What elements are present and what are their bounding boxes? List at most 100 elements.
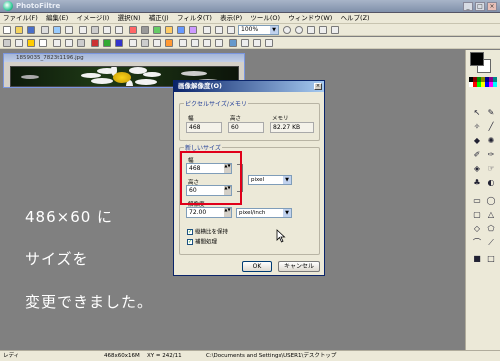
menu-window[interactable]: ウィンドウ(W): [285, 13, 335, 24]
highlight-box: [180, 151, 242, 205]
resolution-input[interactable]: 72.00 ▲▼: [186, 207, 232, 218]
flip-v-icon[interactable]: [191, 39, 199, 47]
selection-icon[interactable]: [15, 39, 23, 47]
actual-size-icon[interactable]: [319, 26, 327, 34]
spray-tool-icon[interactable]: ✺: [486, 136, 496, 146]
effect-icon[interactable]: [165, 39, 173, 47]
filter-icon[interactable]: [153, 26, 161, 34]
outline-mode-icon[interactable]: □: [486, 254, 496, 264]
noise-icon[interactable]: [77, 39, 85, 47]
picker-tool-icon[interactable]: ✎: [486, 108, 496, 118]
text-icon[interactable]: [153, 39, 161, 47]
menu-filter[interactable]: フィルタ(T): [174, 13, 215, 24]
cancel-button[interactable]: キャンセル: [278, 261, 320, 272]
gamma-icon[interactable]: [39, 39, 47, 47]
stamp-tool-icon[interactable]: ♣: [472, 178, 482, 188]
menu-adjust[interactable]: 補正(J): [146, 13, 172, 24]
color-icon[interactable]: [129, 26, 137, 34]
brightness-icon[interactable]: [165, 26, 173, 34]
undo-icon[interactable]: [65, 26, 73, 34]
maximize-button[interactable]: □: [475, 2, 485, 11]
zoom-out-icon[interactable]: [295, 26, 303, 34]
frame-icon[interactable]: [253, 39, 261, 47]
interpolate-checkbox[interactable]: ✓ 補間処理: [187, 239, 217, 247]
fit-icon[interactable]: [307, 26, 315, 34]
smudge-tool-icon[interactable]: ☞: [486, 164, 496, 174]
grayscale-icon[interactable]: [141, 26, 149, 34]
menu-select[interactable]: 選択(N): [115, 13, 144, 24]
new-file-icon[interactable]: [3, 26, 11, 34]
mask-icon[interactable]: [3, 39, 11, 47]
cut-icon[interactable]: [91, 26, 99, 34]
scan-icon[interactable]: [41, 26, 49, 34]
menu-image[interactable]: イメージ(I): [73, 13, 112, 24]
triangle-icon[interactable]: △: [486, 210, 496, 220]
gradient-icon[interactable]: [241, 39, 249, 47]
ok-button[interactable]: OK: [242, 261, 272, 272]
emboss-icon[interactable]: [129, 39, 137, 47]
print-icon[interactable]: [53, 26, 61, 34]
brush-tool-icon[interactable]: ✐: [472, 150, 482, 160]
save-icon[interactable]: [27, 26, 35, 34]
canvas-icon[interactable]: [215, 26, 223, 34]
color-palette[interactable]: [469, 77, 499, 91]
resize-icon[interactable]: [203, 26, 211, 34]
pointer-tool-icon[interactable]: ↖: [472, 108, 482, 118]
zoom-value: 100%: [241, 26, 259, 33]
blur-tool-icon[interactable]: ◈: [472, 164, 482, 174]
copy-icon[interactable]: [103, 26, 111, 34]
menu-tools[interactable]: ツール(O): [247, 13, 283, 24]
saturation-icon[interactable]: [189, 26, 197, 34]
rotate-right-icon[interactable]: [215, 39, 223, 47]
rounded-rect-icon[interactable]: ▢: [472, 210, 482, 220]
blue-icon[interactable]: [115, 39, 123, 47]
edge-icon[interactable]: [141, 39, 149, 47]
redo-icon[interactable]: [79, 26, 87, 34]
lasso-icon[interactable]: ⌒: [472, 238, 482, 248]
paint-bucket-icon[interactable]: [229, 39, 237, 47]
mouse-cursor-icon: [276, 229, 286, 243]
menu-edit[interactable]: 編集(E): [43, 13, 71, 24]
current-width-value: 468: [186, 122, 222, 133]
polyline-icon[interactable]: ⟋: [486, 238, 496, 248]
foreground-color-swatch[interactable]: [470, 52, 484, 66]
rotate-icon[interactable]: [227, 26, 235, 34]
effect-brush-icon[interactable]: ✑: [486, 150, 496, 160]
zoom-in-icon[interactable]: [283, 26, 291, 34]
open-folder-icon[interactable]: [15, 26, 23, 34]
unit-select[interactable]: pixel ▼: [248, 175, 292, 185]
shadow-icon[interactable]: [265, 39, 273, 47]
line-tool-icon[interactable]: ╱: [486, 122, 496, 132]
diamond-icon[interactable]: ◇: [472, 224, 482, 234]
magic-wand-icon[interactable]: ✧: [472, 122, 482, 132]
minimize-button[interactable]: _: [463, 2, 473, 11]
close-button[interactable]: ×: [487, 2, 497, 11]
paste-icon[interactable]: [115, 26, 123, 34]
menu-view[interactable]: 表示(P): [217, 13, 245, 24]
ellipse-select-icon[interactable]: ◯: [486, 196, 496, 206]
green-icon[interactable]: [103, 39, 111, 47]
chevron-down-icon: ▼: [283, 176, 291, 184]
dialog-close-button[interactable]: ×: [314, 83, 322, 90]
rotate-left-icon[interactable]: [203, 39, 211, 47]
sharpen-icon[interactable]: [65, 39, 73, 47]
rectangle-select-icon[interactable]: ▭: [472, 196, 482, 206]
blur-icon[interactable]: [53, 39, 61, 47]
fill-tool-icon[interactable]: ◆: [472, 136, 482, 146]
contrast-icon[interactable]: [177, 26, 185, 34]
red-icon[interactable]: [91, 39, 99, 47]
zoom-select[interactable]: 100% ▼: [238, 25, 279, 35]
fill-mode-icon[interactable]: ■: [472, 254, 482, 264]
title-bar: PhotoFiltre _ □ ×: [0, 0, 500, 13]
resolution-unit-select[interactable]: pixel/inch ▼: [236, 208, 292, 218]
overlay-line-2: サイズを: [25, 250, 89, 268]
eraser-tool-icon[interactable]: ◐: [486, 178, 496, 188]
menu-help[interactable]: ヘルプ(Z): [338, 13, 373, 24]
keep-ratio-checkbox[interactable]: ✓ 縦横比を保持: [187, 229, 228, 237]
full-screen-icon[interactable]: [331, 26, 339, 34]
spinner-icon[interactable]: ▲▼: [224, 208, 231, 217]
polygon-icon[interactable]: ⬠: [486, 224, 496, 234]
menu-file[interactable]: ファイル(F): [0, 13, 41, 24]
levels-icon[interactable]: [27, 39, 35, 47]
flip-h-icon[interactable]: [179, 39, 187, 47]
